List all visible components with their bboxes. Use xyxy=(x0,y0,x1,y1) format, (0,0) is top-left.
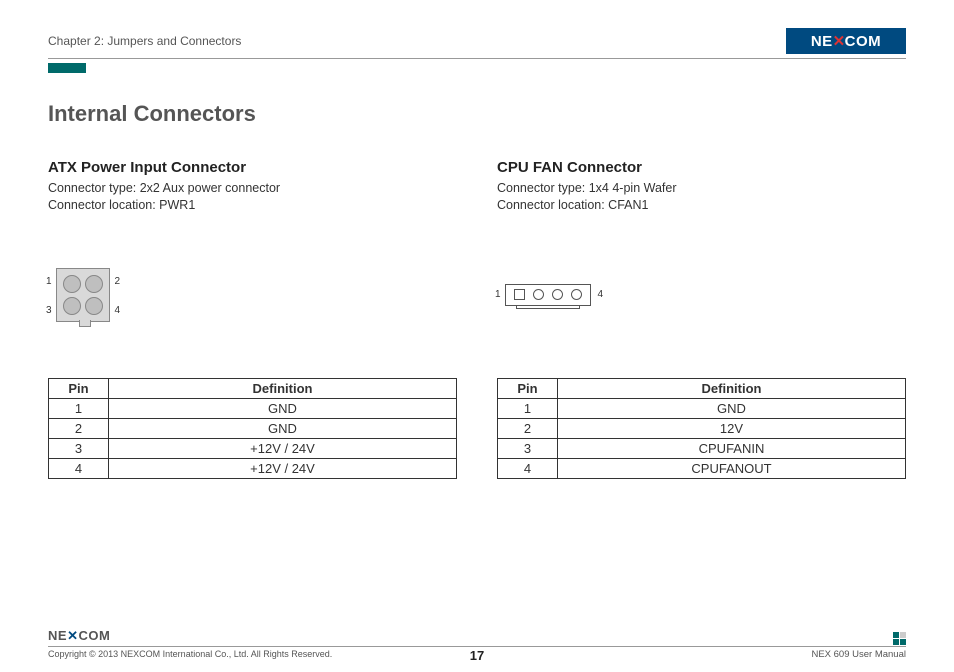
atx-pin-icon xyxy=(85,275,103,293)
atx-pin-label-2: 2 xyxy=(114,276,120,287)
atx-pin-icon xyxy=(63,297,81,315)
atx-diagram: 1 2 3 4 xyxy=(48,240,457,350)
footer-accent-icon xyxy=(893,632,906,645)
copyright-text: Copyright © 2013 NEXCOM International Co… xyxy=(48,649,332,659)
atx-type-line: Connector type: 2x2 Aux power connector xyxy=(48,180,457,197)
cpu-pin-icon xyxy=(514,289,525,300)
cell-pin: 2 xyxy=(498,418,558,438)
chapter-title: Chapter 2: Jumpers and Connectors xyxy=(48,34,241,48)
cell-pin: 2 xyxy=(49,418,109,438)
cell-def: +12V / 24V xyxy=(109,458,457,478)
atx-pin-label-3: 3 xyxy=(46,305,52,316)
cell-pin: 3 xyxy=(498,438,558,458)
cell-def: GND xyxy=(558,398,906,418)
atx-connector-icon xyxy=(56,268,110,322)
cpu-connector-icon xyxy=(505,284,591,306)
cell-def: +12V / 24V xyxy=(109,438,457,458)
table-row: 1GND xyxy=(498,398,906,418)
cpu-column: CPU FAN Connector Connector type: 1x4 4-… xyxy=(497,159,906,479)
table-header-def: Definition xyxy=(109,378,457,398)
cpu-pin-table: Pin Definition 1GND 212V 3CPUFANIN 4CPUF… xyxy=(497,378,906,479)
atx-location-line: Connector location: PWR1 xyxy=(48,197,457,214)
cell-def: CPUFANIN xyxy=(558,438,906,458)
cpu-pin-label-1: 1 xyxy=(495,289,501,300)
cpu-type-line: Connector type: 1x4 4-pin Wafer xyxy=(497,180,906,197)
atx-column: ATX Power Input Connector Connector type… xyxy=(48,159,457,479)
table-row: 3+12V / 24V xyxy=(49,438,457,458)
cell-pin: 3 xyxy=(49,438,109,458)
cell-def: 12V xyxy=(558,418,906,438)
nexcom-logo-small: NE✕COM xyxy=(48,628,110,644)
page-footer: NE✕COM Copyright © 2013 NEXCOM Internati… xyxy=(48,646,906,660)
cpu-pin-icon xyxy=(533,289,544,300)
cpu-pin-icon xyxy=(552,289,563,300)
table-row: 2GND xyxy=(49,418,457,438)
cell-pin: 1 xyxy=(49,398,109,418)
cell-pin: 4 xyxy=(498,458,558,478)
manual-name: NEX 609 User Manual xyxy=(811,649,906,660)
cell-pin: 4 xyxy=(49,458,109,478)
table-row: 3CPUFANIN xyxy=(498,438,906,458)
cell-def: GND xyxy=(109,418,457,438)
table-row: 1GND xyxy=(49,398,457,418)
accent-tab xyxy=(48,63,86,73)
cpu-diagram: 1 4 xyxy=(497,240,906,350)
cell-def: GND xyxy=(109,398,457,418)
content-columns: ATX Power Input Connector Connector type… xyxy=(48,159,906,479)
table-row: 4CPUFANOUT xyxy=(498,458,906,478)
atx-pin-label-1: 1 xyxy=(46,276,52,287)
atx-pin-table: Pin Definition 1GND 2GND 3+12V / 24V 4+1… xyxy=(48,378,457,479)
table-header-def: Definition xyxy=(558,378,906,398)
cpu-pin-icon xyxy=(571,289,582,300)
table-header-pin: Pin xyxy=(49,378,109,398)
page-number: 17 xyxy=(470,648,484,663)
page-header: Chapter 2: Jumpers and Connectors NE✕COM xyxy=(48,28,906,59)
nexcom-logo: NE✕COM xyxy=(786,28,906,54)
section-title: Internal Connectors xyxy=(48,101,906,127)
table-row: 4+12V / 24V xyxy=(49,458,457,478)
atx-pin-icon xyxy=(63,275,81,293)
atx-pin-icon xyxy=(85,297,103,315)
table-row: 212V xyxy=(498,418,906,438)
cell-def: CPUFANOUT xyxy=(558,458,906,478)
cpu-pin-label-4: 4 xyxy=(597,289,603,300)
cpu-heading: CPU FAN Connector xyxy=(497,159,906,176)
atx-heading: ATX Power Input Connector xyxy=(48,159,457,176)
cell-pin: 1 xyxy=(498,398,558,418)
atx-pin-label-4: 4 xyxy=(114,305,120,316)
cpu-location-line: Connector location: CFAN1 xyxy=(497,197,906,214)
table-header-pin: Pin xyxy=(498,378,558,398)
